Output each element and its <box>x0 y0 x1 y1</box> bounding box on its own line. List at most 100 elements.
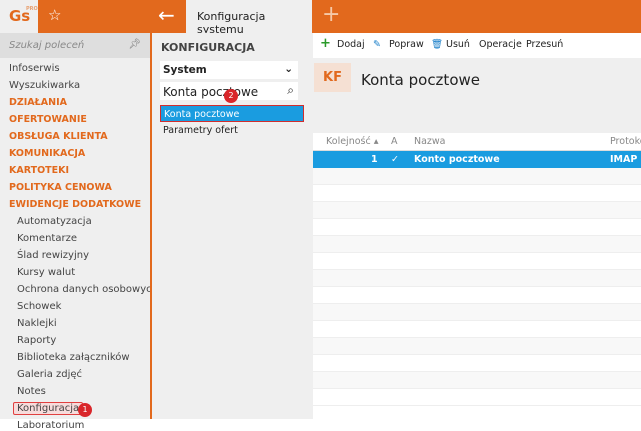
module-badge: KF <box>314 63 351 92</box>
empty-row <box>313 219 641 236</box>
empty-row <box>313 321 641 338</box>
select-value: System <box>163 64 207 76</box>
chevron-down-icon: ⌄ <box>284 63 293 75</box>
sidebar-item[interactable]: OFERTOWANIE <box>9 114 87 125</box>
sidebar-item-label: Laboratorium <box>17 420 85 431</box>
step-badge-1: 1 <box>78 403 92 417</box>
sidebar-item-label: Wyszukiwarka <box>9 80 81 91</box>
sidebar-item-label: Kursy walut <box>17 267 76 278</box>
add-button[interactable]: Dodaj <box>337 39 365 50</box>
move-button[interactable]: Przesuń <box>526 39 563 50</box>
sidebar-item[interactable]: Infoserwis <box>9 63 60 74</box>
command-search-input[interactable]: Szukaj poleceń 📌︎ <box>0 33 150 58</box>
sidebar-item[interactable]: Laboratorium <box>17 420 84 431</box>
search-placeholder: Szukaj poleceń <box>9 40 85 51</box>
top-bar: Gs PRO ☆ ← Konfiguracja systemu + <box>0 0 641 36</box>
sidebar-item-label: OFERTOWANIE <box>9 114 87 125</box>
sidebar-item[interactable]: Notes <box>17 386 46 397</box>
logo-sup: PRO <box>26 6 38 12</box>
sidebar-item[interactable]: Schowek <box>17 301 61 312</box>
sidebar-item-label: DZIAŁANIA <box>9 97 67 108</box>
brush-icon: ✎ <box>373 39 381 50</box>
sidebar-item[interactable]: Konfiguracja <box>13 402 84 415</box>
sidebar-item[interactable]: Naklejki <box>17 318 57 329</box>
cell-active: ✓ <box>391 154 399 165</box>
col-name[interactable]: Nazwa <box>414 136 446 147</box>
table-header: Kolejność ▴ A Nazwa Protokół <box>313 133 641 151</box>
empty-row <box>313 270 641 287</box>
sidebar-item[interactable]: Raporty <box>17 335 56 346</box>
col-protocol[interactable]: Protokół <box>610 136 641 147</box>
cell-name: Konto pocztowe <box>414 154 500 165</box>
list-item-parametry-ofert[interactable]: Parametry ofert <box>160 122 304 139</box>
sidebar-item-label: Schowek <box>17 301 62 312</box>
empty-row <box>313 236 641 253</box>
sidebar-item[interactable]: OBSŁUGA KLIENTA <box>9 131 108 142</box>
cell-protocol: IMAP <box>610 154 638 165</box>
sidebar-item[interactable]: POLITYKA CENOWA <box>9 182 112 193</box>
sidebar-item[interactable]: Biblioteka załączników <box>17 352 130 363</box>
filter-value: Konta pocztowe <box>163 85 259 99</box>
sidebar-item[interactable]: EWIDENCJE DODATKOWE <box>9 199 141 210</box>
empty-row <box>313 168 641 185</box>
edit-button[interactable]: Popraw <box>389 39 424 50</box>
sidebar-item-label: Ochrona danych osobowych <box>17 284 158 295</box>
new-tab-plus-icon[interactable]: + <box>322 2 340 27</box>
empty-row <box>313 202 641 219</box>
sidebar-item-label: KARTOTEKI <box>9 165 70 176</box>
config-heading: KONFIGURACJA <box>161 41 255 54</box>
sidebar-item[interactable]: Automatyzacja <box>17 216 92 227</box>
sidebar-item-label: OBSŁUGA KLIENTA <box>9 131 108 142</box>
favorite-star-icon[interactable]: ☆ <box>48 6 61 24</box>
page-title: Konta pocztowe <box>361 71 480 89</box>
empty-row <box>313 338 641 355</box>
empty-row <box>313 389 641 406</box>
sidebar-item-label: Biblioteka załączników <box>17 352 130 363</box>
app-logo[interactable]: Gs PRO <box>0 0 38 33</box>
delete-button[interactable]: Usuń <box>446 39 470 50</box>
sidebar-item-label: Infoserwis <box>9 63 60 74</box>
accounts-table: Kolejność ▴ A Nazwa Protokół 1 ✓ Konto p… <box>313 133 641 419</box>
sidebar-item[interactable]: Komentarze <box>17 233 77 244</box>
sidebar-item-label: Raporty <box>17 335 57 346</box>
sidebar-item[interactable]: DZIAŁANIA <box>9 97 67 108</box>
table-row[interactable]: 1 ✓ Konto pocztowe IMAP <box>313 151 641 168</box>
sidebar-item-label: Automatyzacja <box>17 216 92 227</box>
sidebar-item[interactable]: Galeria zdjęć <box>17 369 82 380</box>
sidebar-item-label: Notes <box>17 386 46 397</box>
config-panel: KONFIGURACJA System ⌄ Konta pocztowe ⌕ 2 K… <box>150 33 313 419</box>
empty-row <box>313 253 641 270</box>
col-order[interactable]: Kolejność ▴ <box>326 136 379 147</box>
category-select[interactable]: System ⌄ <box>160 61 298 79</box>
tab-konfiguracja-systemu[interactable]: Konfiguracja systemu <box>186 0 312 36</box>
empty-row <box>313 185 641 202</box>
col-active[interactable]: A <box>391 136 398 147</box>
sidebar-item-label: Galeria zdjęć <box>17 369 83 380</box>
step-badge-2: 2 <box>224 89 238 103</box>
plus-icon: + <box>320 36 331 51</box>
sidebar-item[interactable]: Kursy walut <box>17 267 75 278</box>
sidebar-item-label: KOMUNIKACJA <box>9 148 86 159</box>
list-item-konta-pocztowe[interactable]: Konta pocztowe <box>160 105 304 122</box>
search-icon[interactable]: ⌕ <box>287 83 294 98</box>
pin-icon[interactable]: 📌︎ <box>128 39 141 50</box>
sidebar-item-label: POLITYKA CENOWA <box>9 182 112 193</box>
sidebar-item[interactable]: Ślad rewizyjny <box>17 250 89 261</box>
sidebar-item[interactable]: KOMUNIKACJA <box>9 148 85 159</box>
toolbar: + Dodaj ✎ Popraw 🗑︎ Usuń Operacje Przesu… <box>313 33 641 58</box>
sidebar-item-label: EWIDENCJE DODATKOWE <box>9 199 142 210</box>
cell-order: 1 <box>371 154 378 165</box>
operations-button[interactable]: Operacje <box>479 39 522 50</box>
sidebar-item-label: Konfiguracja <box>13 402 84 415</box>
sidebar-item[interactable]: KARTOTEKI <box>9 165 69 176</box>
empty-row <box>313 355 641 372</box>
trash-icon: 🗑︎ <box>431 39 444 50</box>
sidebar-item-label: Ślad rewizyjny <box>17 250 89 261</box>
main-content: + Dodaj ✎ Popraw 🗑︎ Usuń Operacje Przesu… <box>313 33 641 419</box>
sidebar: Szukaj poleceń 📌︎ Infoserwis Wyszukiwarka D… <box>0 33 158 431</box>
back-arrow-icon[interactable]: ← <box>158 3 175 27</box>
empty-row <box>313 304 641 321</box>
sidebar-item-label: Naklejki <box>17 318 57 329</box>
sidebar-item[interactable]: Wyszukiwarka <box>9 80 80 91</box>
sidebar-item[interactable]: Ochrona danych osobowych <box>17 284 158 295</box>
